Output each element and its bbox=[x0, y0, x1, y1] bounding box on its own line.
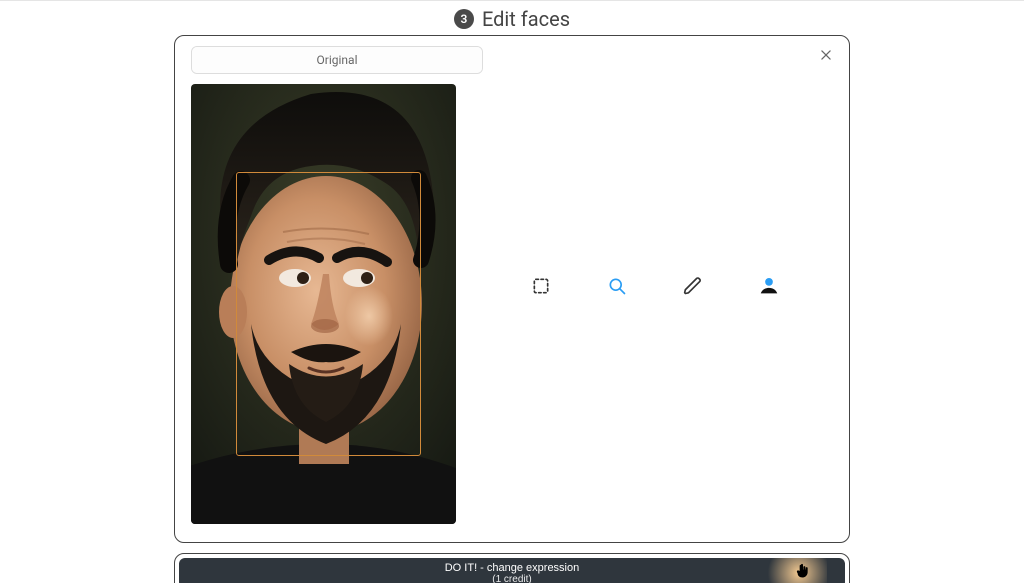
tool-pencil[interactable] bbox=[681, 274, 705, 298]
close-icon bbox=[819, 48, 833, 62]
tool-selection[interactable] bbox=[529, 274, 553, 298]
tool-row bbox=[529, 274, 781, 298]
pencil-icon bbox=[683, 276, 703, 296]
tool-person[interactable] bbox=[757, 274, 781, 298]
do-it-sublabel: (1 credit) bbox=[492, 574, 531, 583]
step-title: Edit faces bbox=[482, 7, 570, 31]
step-number-badge: 3 bbox=[454, 9, 474, 29]
face-bounding-box[interactable] bbox=[236, 172, 421, 456]
tab-strip: Original bbox=[191, 46, 483, 74]
footer-panel: DO IT! - change expression (1 credit) bbox=[174, 553, 850, 583]
magnify-icon bbox=[607, 276, 627, 296]
do-it-label: DO IT! - change expression bbox=[445, 562, 580, 574]
tab-original[interactable]: Original bbox=[192, 47, 482, 73]
cursor-glow bbox=[757, 558, 827, 583]
tool-magnify[interactable] bbox=[605, 274, 629, 298]
selection-icon bbox=[531, 276, 551, 296]
person-icon bbox=[758, 275, 780, 297]
close-button[interactable] bbox=[817, 46, 835, 67]
cursor-hand-icon bbox=[795, 564, 811, 583]
step-header: 3 Edit faces bbox=[0, 7, 1024, 31]
edit-panel: Original bbox=[174, 35, 850, 543]
image-frame[interactable] bbox=[191, 84, 456, 524]
do-it-button[interactable]: DO IT! - change expression (1 credit) bbox=[179, 558, 845, 583]
